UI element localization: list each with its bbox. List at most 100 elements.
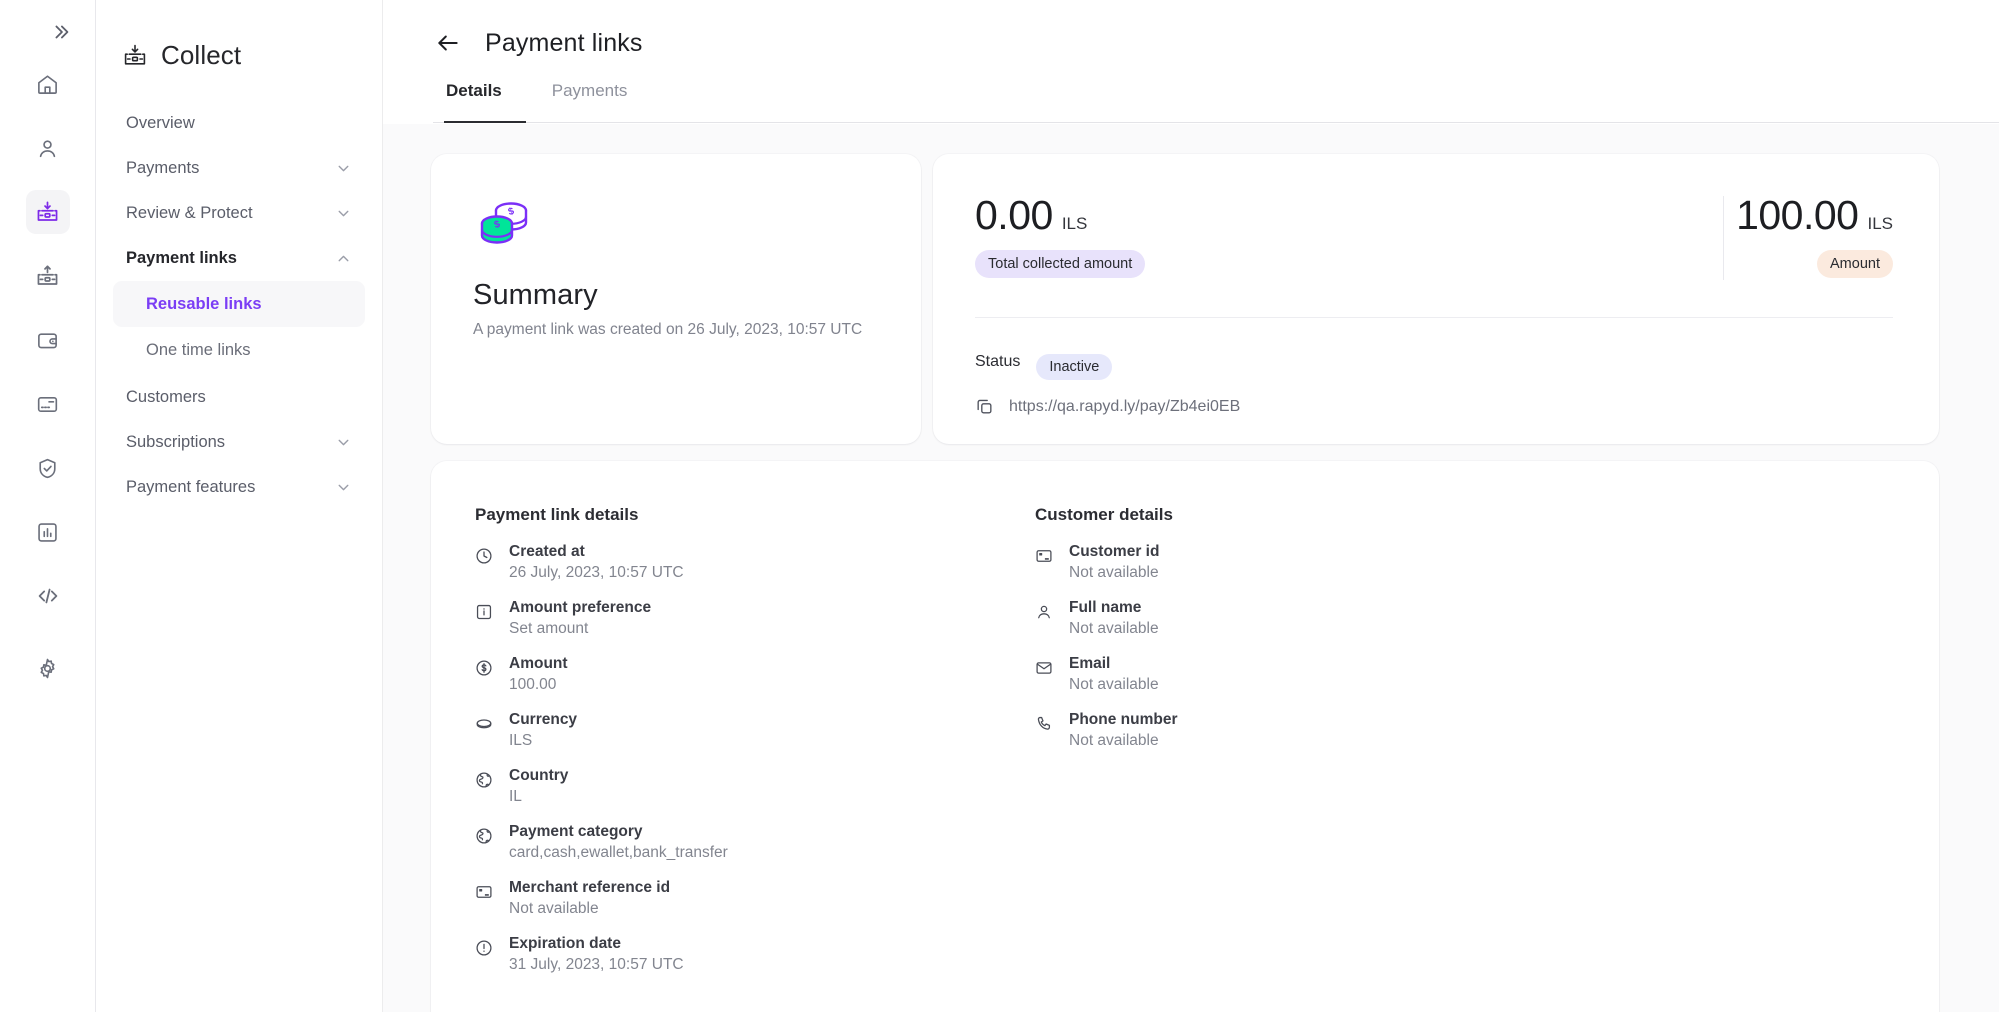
field-label: Country: [509, 767, 568, 785]
field-label: Created at: [509, 543, 684, 561]
field-email: Email Not available: [1035, 655, 1595, 694]
total-collected-currency: ILS: [1062, 214, 1088, 234]
field-label: Expiration date: [509, 935, 684, 953]
field-value: Not available: [1069, 564, 1159, 582]
page-header: Payment links: [383, 0, 1999, 64]
chevron-up-icon: [335, 250, 352, 267]
sidebar-item-label: Review & Protect: [126, 204, 253, 223]
arrow-left-icon[interactable]: [433, 28, 463, 58]
details-card: Payment link details Created at 26 July,…: [431, 461, 1939, 1012]
developer-code-icon[interactable]: [26, 574, 70, 618]
phone-icon: [1035, 711, 1054, 750]
amounts-row: 0.00 ILS Total collected amount 100.00 I…: [975, 192, 1893, 297]
field-amount: Amount 100.00: [475, 655, 1035, 694]
sidebar-subitem-reusable-links[interactable]: Reusable links: [113, 281, 365, 327]
clock-icon: [475, 543, 494, 582]
summary-card: $ $ Summary A payment link was created o…: [431, 154, 921, 444]
payment-url[interactable]: https://qa.rapyd.ly/pay/Zb4ei0EB: [1009, 398, 1240, 416]
amounts-card-divider: [975, 317, 1893, 318]
tab-details[interactable]: Details: [433, 81, 515, 114]
amount-currency: ILS: [1867, 214, 1893, 234]
field-payment-category: Payment category card,cash,ewallet,bank_…: [475, 823, 1035, 862]
amounts-card: 0.00 ILS Total collected amount 100.00 I…: [933, 154, 1939, 444]
field-value: 31 July, 2023, 10:57 UTC: [509, 956, 684, 974]
sidebar-nav-list: Overview Payments Review & Protect Payme…: [96, 101, 382, 510]
chevron-down-icon: [335, 479, 352, 496]
field-value: IL: [509, 788, 568, 806]
field-value: ILS: [509, 732, 577, 750]
total-collected-badge: Total collected amount: [975, 250, 1145, 278]
sidebar-item-payment-features[interactable]: Payment features: [113, 465, 365, 510]
field-expiration-date: Expiration date 31 July, 2023, 10:57 UTC: [475, 935, 1035, 974]
field-label: Amount preference: [509, 599, 651, 617]
field-currency: Currency ILS: [475, 711, 1035, 750]
sidebar-item-payment-links[interactable]: Payment links: [113, 236, 365, 281]
field-merchant-reference-id: Merchant reference id Not available: [475, 879, 1035, 918]
sidebar-subitem-one-time-links[interactable]: One time links: [113, 327, 365, 373]
sidebar-item-label: Overview: [126, 114, 195, 133]
total-collected-block: 0.00 ILS Total collected amount: [975, 192, 1145, 278]
id-card-icon: [1035, 543, 1054, 582]
field-value: Not available: [509, 900, 670, 918]
analytics-bar-chart-icon[interactable]: [26, 510, 70, 554]
payment-url-row: https://qa.rapyd.ly/pay/Zb4ei0EB: [975, 397, 1893, 416]
person-icon[interactable]: [26, 126, 70, 170]
payment-link-details-title: Payment link details: [475, 505, 1035, 525]
amounts-divider: [1723, 196, 1724, 280]
collect-money-in-icon: [122, 43, 148, 69]
field-value: Not available: [1069, 732, 1178, 750]
app-root: Collect Overview Payments Review & Prote…: [0, 0, 1999, 1012]
sidebar-item-overview[interactable]: Overview: [113, 101, 365, 146]
shield-check-icon[interactable]: [26, 446, 70, 490]
tab-payments[interactable]: Payments: [539, 81, 641, 114]
sidebar-subitem-label: One time links: [146, 341, 251, 360]
home-icon[interactable]: [26, 62, 70, 106]
field-value: Set amount: [509, 620, 651, 638]
field-label: Customer id: [1069, 543, 1159, 561]
amount-badge: Amount: [1817, 250, 1893, 278]
expand-sidebar-button[interactable]: [39, 10, 83, 54]
id-card-icon: [475, 879, 494, 918]
field-customer-id: Customer id Not available: [1035, 543, 1595, 582]
sidebar-item-label: Customers: [126, 388, 206, 407]
icon-rail: [0, 0, 96, 1012]
sidebar-item-label: Payment features: [126, 478, 255, 497]
sidebar-item-subscriptions[interactable]: Subscriptions: [113, 420, 365, 465]
summary-description: A payment link was created on 26 July, 2…: [473, 320, 873, 341]
section-sidebar: Collect Overview Payments Review & Prote…: [96, 0, 383, 1012]
field-label: Phone number: [1069, 711, 1178, 729]
customer-details-column: Customer details Customer id Not availab…: [1035, 505, 1595, 1012]
customer-details-title: Customer details: [1035, 505, 1595, 525]
field-value: Not available: [1069, 620, 1159, 638]
amount-block: 100.00 ILS Amount: [1736, 192, 1893, 278]
mail-icon: [1035, 655, 1054, 694]
field-label: Payment category: [509, 823, 728, 841]
stacked-coins-icon: $ $: [473, 192, 879, 261]
sidebar-item-review-protect[interactable]: Review & Protect: [113, 191, 365, 236]
field-label: Amount: [509, 655, 568, 673]
wallet-icon[interactable]: [26, 318, 70, 362]
sidebar-item-label: Payments: [126, 159, 199, 178]
total-collected-value: 0.00: [975, 192, 1053, 239]
collect-money-in-icon[interactable]: [26, 190, 70, 234]
info-square-icon: [475, 599, 494, 638]
amount-value: 100.00: [1736, 192, 1858, 239]
sidebar-item-customers[interactable]: Customers: [113, 375, 365, 420]
field-value: 26 July, 2023, 10:57 UTC: [509, 564, 684, 582]
field-created-at: Created at 26 July, 2023, 10:57 UTC: [475, 543, 1035, 582]
disburse-money-out-icon[interactable]: [26, 254, 70, 298]
tab-active-indicator: [444, 121, 526, 123]
settings-gear-icon[interactable]: [26, 646, 70, 690]
card-issuing-icon[interactable]: [26, 382, 70, 426]
main-content: Payment links Details Payments: [383, 0, 1999, 1012]
field-label: Currency: [509, 711, 577, 729]
copy-icon[interactable]: [975, 397, 994, 416]
sidebar-subitem-label: Reusable links: [146, 295, 262, 314]
field-value: card,cash,ewallet,bank_transfer: [509, 844, 728, 862]
status-badge: Inactive: [1036, 354, 1112, 380]
summary-title: Summary: [473, 279, 879, 312]
field-value: Not available: [1069, 676, 1159, 694]
sidebar-item-payments[interactable]: Payments: [113, 146, 365, 191]
status-row: Status Inactive: [975, 343, 1893, 380]
status-label: Status: [975, 353, 1020, 371]
